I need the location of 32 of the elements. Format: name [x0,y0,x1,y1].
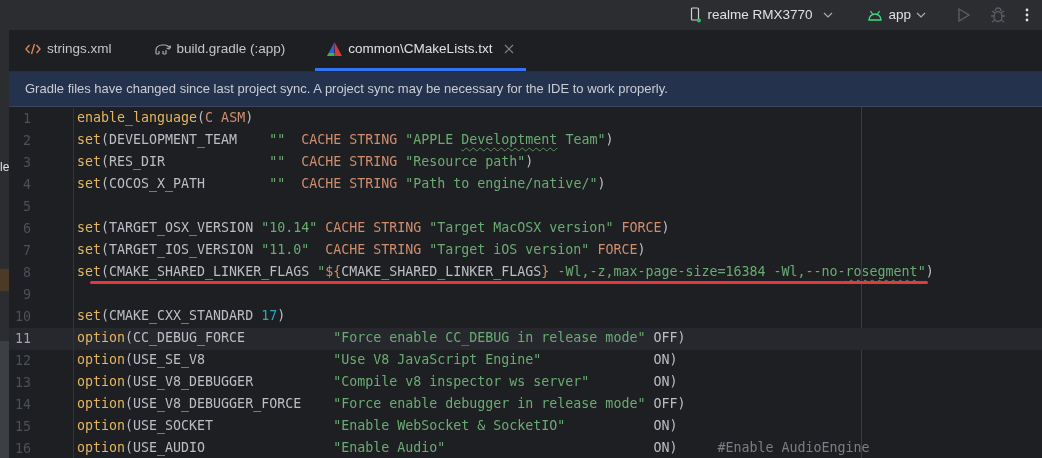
code-line: set(CMAKE_SHARED_LINKER_FLAGS "${CMAKE_SHARED_LINKER_FLAGS} -Wl,-z,max-page-size=16384 -Wl,--no-rosegment") [77,264,934,280]
code-line: set(CMAKE_CXX_STANDARD 17) [77,308,286,324]
code-line: enable_language(C ASM) [77,110,254,126]
code-line: option(USE_AUDIO "Enable Audio" ON) #Enable AudioEngine [77,440,870,456]
android-icon [867,9,884,21]
scrollbar[interactable] [0,341,9,458]
code-line: option(USE_V8_DEBUGGER_FORCE "Force enable debugger in release mode" OFF) [77,396,686,412]
chevron-icon [823,10,834,20]
code-line: set(DEVELOPMENT_TEAM "" CACHE STRING "APPLE Developtment Team") [77,132,614,148]
config-selector[interactable]: app [863,2,930,28]
editor-tab[interactable]: strings.xml [13,30,124,71]
code-line: option(USE_SOCKET "Enable WebSocket & SocketIO" ON) [77,418,678,434]
editor-tab[interactable]: build.gradle (:app) [141,30,298,71]
code-line: set(TARGET_OSX_VERSION "10.14" CACHE STRING "Target MacOSX version" FORCE) [77,220,670,236]
triangle-icon [327,42,343,56]
selected-item-highlight [0,269,9,291]
code-line: option(USE_V8_DEBUGGER "Compile v8 inspector ws server" ON) [77,374,678,390]
code-line: set(TARGET_IOS_VERSION "11.0" CACHE STRING "Target iOS version" FORCE) [77,242,646,258]
code-icon [25,43,41,55]
sync-banner: Gradle files have changed since last project sync. A project sync may be necessary for the IDE to work properly. [9,72,1042,107]
code-line: option(USE_SE_V8 "Use V8 JavaScript Engine" ON) [77,352,678,368]
play-icon [957,7,971,23]
code-line: set(COCOS_X_PATH "" CACHE STRING "Path to engine/native/") [77,176,606,192]
device-selector[interactable]: realme RMX3770 [686,2,838,28]
bug-icon [990,7,1006,23]
panel-text: le [0,160,9,174]
chevron-icon [916,10,926,20]
line-number: 11 [15,331,31,347]
more-icon [1025,8,1029,22]
code-line: option(CC_DEBUG_FORCE "Force enable CC_DEBUG in release mode" OFF) [77,330,686,346]
code-line: set(RES_DIR "" CACHE STRING "Resource path") [77,154,534,170]
close-icon[interactable] [504,44,515,54]
